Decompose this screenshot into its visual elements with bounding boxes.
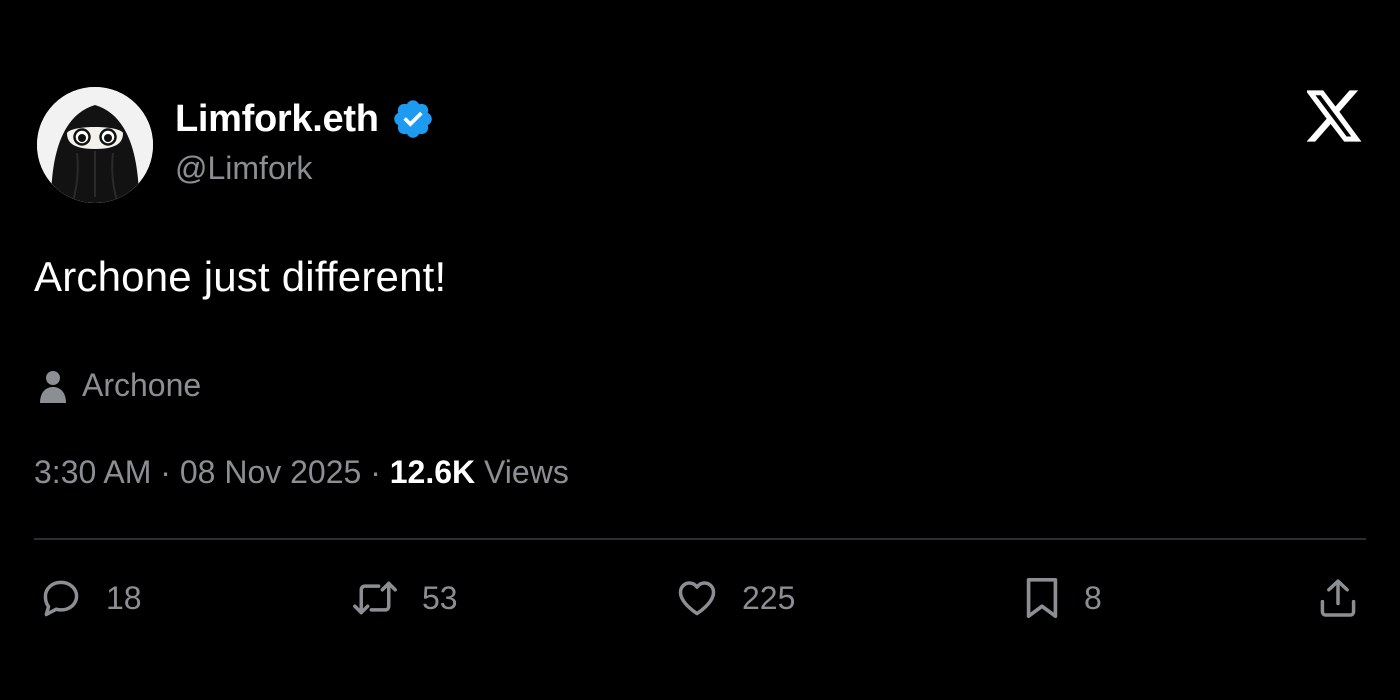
tweet-meta: 3:30 AM · 08 Nov 2025 · 12.6K Views bbox=[34, 454, 569, 491]
community-label: Archone bbox=[82, 367, 202, 403]
tweet-time[interactable]: 3:30 AM bbox=[34, 454, 151, 490]
meta-separator: · bbox=[370, 454, 381, 490]
bookmark-icon bbox=[1026, 577, 1058, 619]
hooded-ninja-avatar-icon bbox=[37, 87, 153, 203]
views-label: Views bbox=[484, 454, 569, 490]
divider bbox=[34, 538, 1366, 540]
like-button[interactable]: 225 bbox=[674, 574, 795, 622]
views-count: 12.6K bbox=[389, 454, 476, 490]
reply-count: 18 bbox=[106, 579, 142, 616]
author-handle[interactable]: @Limfork bbox=[175, 150, 312, 187]
x-logo-icon[interactable] bbox=[1305, 90, 1363, 142]
avatar[interactable] bbox=[37, 87, 153, 203]
author-name-row: Limfork.eth bbox=[175, 97, 435, 141]
tweet-date[interactable]: 08 Nov 2025 bbox=[180, 454, 361, 490]
verified-badge-icon bbox=[393, 100, 432, 138]
tweet-card: Limfork.eth @Limfork Archone just differ… bbox=[0, 0, 1400, 700]
like-count: 225 bbox=[742, 579, 796, 616]
repost-count: 53 bbox=[422, 579, 458, 616]
tweet-text: Archone just different! bbox=[34, 253, 447, 300]
repost-button[interactable]: 53 bbox=[350, 574, 458, 622]
person-icon bbox=[40, 370, 66, 403]
bookmark-button[interactable]: 8 bbox=[1022, 574, 1102, 622]
heart-icon bbox=[678, 581, 716, 616]
community-tag[interactable]: Archone bbox=[38, 367, 201, 404]
share-button[interactable] bbox=[1316, 574, 1360, 622]
bookmark-count: 8 bbox=[1084, 579, 1102, 616]
meta-separator: · bbox=[160, 454, 171, 490]
author-display-name[interactable]: Limfork.eth bbox=[175, 98, 379, 141]
reply-icon bbox=[43, 580, 79, 617]
repost-icon bbox=[353, 581, 397, 615]
reply-button[interactable]: 18 bbox=[38, 574, 142, 622]
share-icon bbox=[1320, 579, 1356, 617]
